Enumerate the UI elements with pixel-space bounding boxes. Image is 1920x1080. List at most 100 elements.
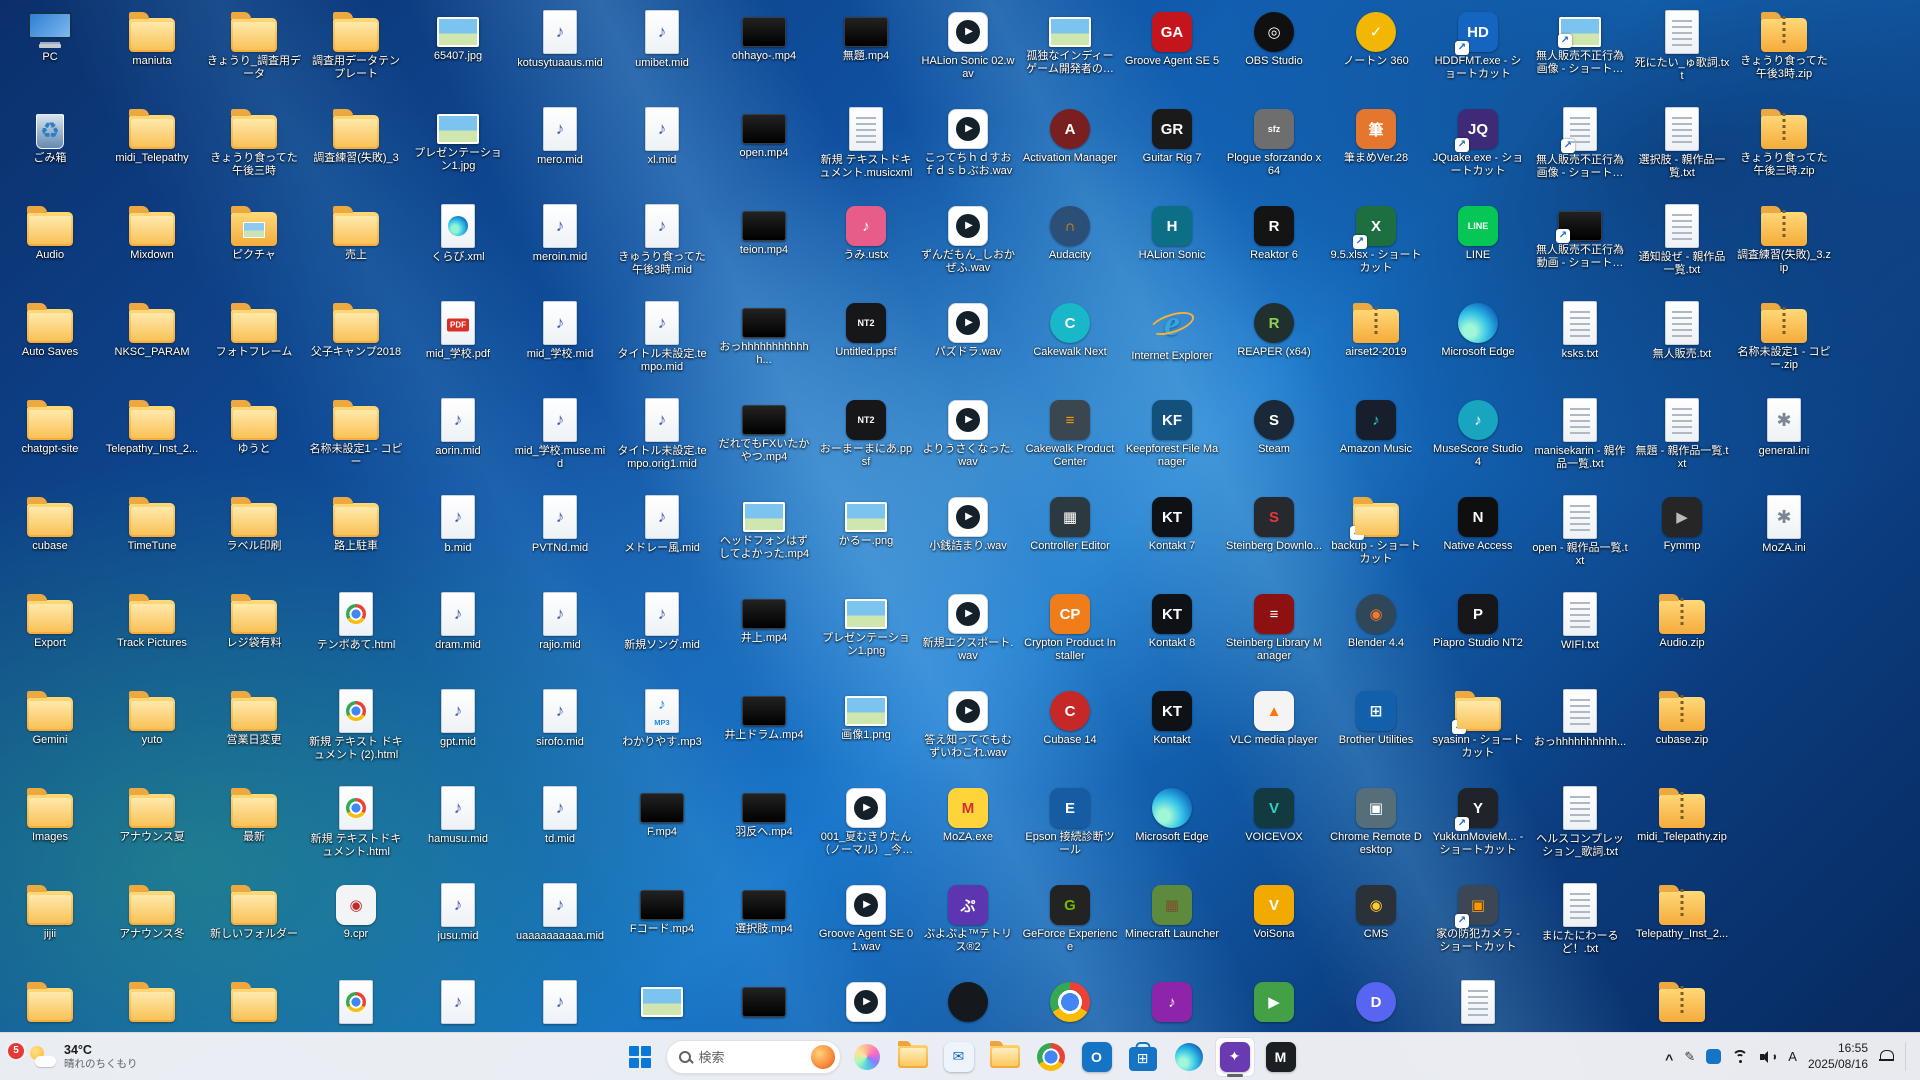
desktop-icon-xlsx-shortcut[interactable]: X↗9.5.xlsx - ショートカット bbox=[1326, 202, 1426, 275]
desktop-icon[interactable]: Audio.zip bbox=[1632, 590, 1732, 650]
desktop-icon[interactable]: Audio bbox=[0, 202, 100, 262]
taskbar-app-outlook[interactable]: O bbox=[1077, 1037, 1117, 1077]
desktop-icon-cakewalk-next[interactable]: CCakewalk Next bbox=[1020, 299, 1120, 359]
desktop-icon-reaper[interactable]: RREAPER (x64) bbox=[1224, 299, 1324, 359]
search-input[interactable]: 検索 bbox=[666, 1040, 841, 1074]
desktop-icon[interactable]: cubase.zip bbox=[1632, 687, 1732, 747]
desktop-icon-google-chrome[interactable] bbox=[1020, 978, 1120, 1025]
desktop-icon-norton-360[interactable]: ✓ノートン 360 bbox=[1326, 8, 1426, 68]
desktop-icon[interactable]: 001_夏むきりたん（ノーマル）_今じゃ... bbox=[816, 784, 916, 857]
desktop-icon[interactable]: タイトル未設定.tempo.mid bbox=[612, 299, 712, 374]
desktop-icon-steinberg-library-manager[interactable]: ≡Steinberg Library Manager bbox=[1224, 590, 1324, 663]
desktop-icon[interactable]: 無題.mp4 bbox=[816, 8, 916, 63]
desktop-icon[interactable]: 通知設ぜ - 親作品一覧.txt bbox=[1632, 202, 1732, 277]
desktop-icon[interactable]: ↗無人販売不正行為動画 - ショートカット bbox=[1530, 202, 1630, 270]
desktop-icon[interactable]: 無人販売.txt bbox=[1632, 299, 1732, 361]
desktop-icon-plogue-sforzando[interactable]: sfzPlogue sforzando x64 bbox=[1224, 105, 1324, 178]
desktop-icon[interactable]: ラベル印刷 bbox=[204, 493, 304, 553]
desktop-icon[interactable]: ゆうと bbox=[204, 396, 304, 456]
desktop-icon[interactable]: Export bbox=[0, 590, 100, 650]
desktop-icon-keepforest-file-manager[interactable]: KFKeepforest File Manager bbox=[1122, 396, 1222, 469]
desktop-icon-native-access[interactable]: NNative Access bbox=[1428, 493, 1528, 553]
desktop-icon[interactable]: 名称未設定1 - コピー bbox=[306, 396, 406, 469]
desktop-icon[interactable]: kotusytuaaus.mid bbox=[510, 8, 610, 70]
desktop-icon[interactable]: Track Pictures bbox=[102, 590, 202, 650]
desktop-icon[interactable]: 答え知ってでもむずいわこれ.wav bbox=[918, 687, 1018, 760]
desktop-icon[interactable] bbox=[1632, 978, 1732, 1025]
desktop-icon-internet-explorer[interactable]: Internet Explorer bbox=[1122, 299, 1222, 363]
desktop-icon-recycle-bin[interactable]: ごみ箱 bbox=[0, 105, 100, 165]
desktop-icon-voicevox[interactable]: VVOICEVOX bbox=[1224, 784, 1324, 844]
desktop-icon[interactable]: 新規 テキスト ドキュメント (2).html bbox=[306, 687, 406, 762]
desktop-icon[interactable]: 新規エクスポート.wav bbox=[918, 590, 1018, 663]
desktop-icon-microsoft-edge[interactable]: Microsoft Edge bbox=[1428, 299, 1528, 359]
desktop-icon-discord[interactable]: D bbox=[1326, 978, 1426, 1025]
desktop-icon[interactable] bbox=[612, 978, 712, 1020]
desktop-icon[interactable]: プレゼンテーション1.jpg bbox=[408, 105, 508, 173]
desktop-icon[interactable]: NKSC_PARAM bbox=[102, 299, 202, 359]
desktop-icon-reaktor-6[interactable]: RReaktor 6 bbox=[1224, 202, 1324, 262]
desktop-icon[interactable]: Mixdown bbox=[102, 202, 202, 262]
desktop-icon[interactable]: hamusu.mid bbox=[408, 784, 508, 846]
desktop-icon-purple-app[interactable]: ♪ bbox=[1122, 978, 1222, 1025]
desktop-icon[interactable]: 井上.mp4 bbox=[714, 590, 814, 645]
taskbar-app-copilot[interactable] bbox=[847, 1037, 887, 1077]
taskbar-app-m-app[interactable]: M bbox=[1261, 1037, 1301, 1077]
desktop-icon[interactable]: Images bbox=[0, 784, 100, 844]
desktop-icon-minecraft-launcher[interactable]: ▦Minecraft Launcher bbox=[1122, 881, 1222, 941]
desktop-icon[interactable]: sirofo.mid bbox=[510, 687, 610, 749]
desktop-icon[interactable]: 営業日変更 bbox=[204, 687, 304, 747]
desktop-icon[interactable] bbox=[102, 978, 202, 1025]
desktop-icon[interactable]: プレゼンテーション1.png bbox=[816, 590, 916, 658]
desktop-icon[interactable]: manisekarin - 親作品一覧.txt bbox=[1530, 396, 1630, 471]
desktop-icon[interactable]: HALion Sonic 02.wav bbox=[918, 8, 1018, 81]
desktop-icon-activation-manager[interactable]: AActivation Manager bbox=[1020, 105, 1120, 165]
desktop-icon[interactable]: おっhhhhhhhhhh... bbox=[1530, 687, 1630, 749]
taskbar-app-mail[interactable]: ✉ bbox=[939, 1037, 979, 1077]
taskbar-app-pinned-folder[interactable] bbox=[985, 1037, 1025, 1077]
desktop-icon[interactable]: aorin.mid bbox=[408, 396, 508, 458]
desktop-icon-amazon-music[interactable]: ♪Amazon Music bbox=[1326, 396, 1426, 456]
desktop-icon[interactable] bbox=[510, 978, 610, 1027]
desktop-icon-ppsf-file[interactable]: NT2Untitled.ppsf bbox=[816, 299, 916, 359]
desktop-icon[interactable]: おっhhhhhhhhhhhh... bbox=[714, 299, 814, 367]
desktop-icon-ustx-file[interactable]: ♪うみ.ustx bbox=[816, 202, 916, 262]
desktop-icon[interactable] bbox=[408, 978, 508, 1027]
desktop-icon-hddfmt[interactable]: HD↗HDDFMT.exe - ショートカット bbox=[1428, 8, 1528, 81]
desktop-icon[interactable] bbox=[1428, 978, 1528, 1027]
desktop-icon[interactable]: ヘルスコンプレッション_歌詞.txt bbox=[1530, 784, 1630, 859]
desktop-icon-audacity[interactable]: ∩Audacity bbox=[1020, 202, 1120, 262]
desktop-icon[interactable]: パズドラ.wav bbox=[918, 299, 1018, 359]
desktop-icon-dark-round-app[interactable] bbox=[918, 978, 1018, 1025]
desktop-icon[interactable]: メドレー風.mid bbox=[612, 493, 712, 555]
desktop-icon[interactable]: きょうり食ってた午後3時.zip bbox=[1734, 8, 1834, 81]
desktop-icon[interactable]: ずんだもん_しおかぜふ.wav bbox=[918, 202, 1018, 275]
volume-icon[interactable] bbox=[1760, 1050, 1777, 1064]
start-button[interactable] bbox=[620, 1037, 660, 1077]
desktop-icon-ppsf-file[interactable]: NT2おーまーまにあ.ppsf bbox=[816, 396, 916, 469]
desktop-icon[interactable]: 新しいフォルダー bbox=[204, 881, 304, 941]
desktop-icon[interactable]: テンポあて.html bbox=[306, 590, 406, 652]
desktop-icon-kontakt-7[interactable]: KTKontakt 7 bbox=[1122, 493, 1222, 553]
desktop-icon[interactable]: 最新 bbox=[204, 784, 304, 844]
desktop-icon[interactable]: b.mid bbox=[408, 493, 508, 555]
desktop-icon[interactable]: ohhayo-.mp4 bbox=[714, 8, 814, 63]
desktop-icon[interactable]: 調査用データテンプレート bbox=[306, 8, 406, 81]
desktop-icon[interactable]: uaaaaaaaaaa.mid bbox=[510, 881, 610, 943]
desktop-icon[interactable]: 父子キャンプ2018 bbox=[306, 299, 406, 359]
desktop-icon[interactable]: わかりやす.mp3 bbox=[612, 687, 712, 749]
desktop-icon-this-pc[interactable]: PC bbox=[0, 8, 100, 64]
desktop-icon[interactable]: xl.mid bbox=[612, 105, 712, 167]
desktop-icon[interactable]: 調査練習(失敗)_3 bbox=[306, 105, 406, 165]
desktop-icon[interactable] bbox=[204, 978, 304, 1025]
desktop-icon-yukkun-movie-maker[interactable]: Y↗YukkunMovieM... - ショートカット bbox=[1428, 784, 1528, 857]
desktop-icon[interactable]: td.mid bbox=[510, 784, 610, 846]
desktop-icon-kontakt[interactable]: KTKontakt bbox=[1122, 687, 1222, 747]
desktop-icon[interactable]: 井上ドラム.mp4 bbox=[714, 687, 814, 742]
desktop-icon[interactable]: 名称未設定1 - コピー.zip bbox=[1734, 299, 1834, 372]
taskbar-app-chrome[interactable] bbox=[1031, 1037, 1071, 1077]
desktop-icon[interactable]: 調査練習(失敗)_3.zip bbox=[1734, 202, 1834, 275]
desktop-icon-microsoft-edge[interactable]: Microsoft Edge bbox=[1122, 784, 1222, 844]
desktop-icon[interactable]: くらび.xml bbox=[408, 202, 508, 264]
tray-pen-icon[interactable]: ✎ bbox=[1684, 1049, 1695, 1065]
